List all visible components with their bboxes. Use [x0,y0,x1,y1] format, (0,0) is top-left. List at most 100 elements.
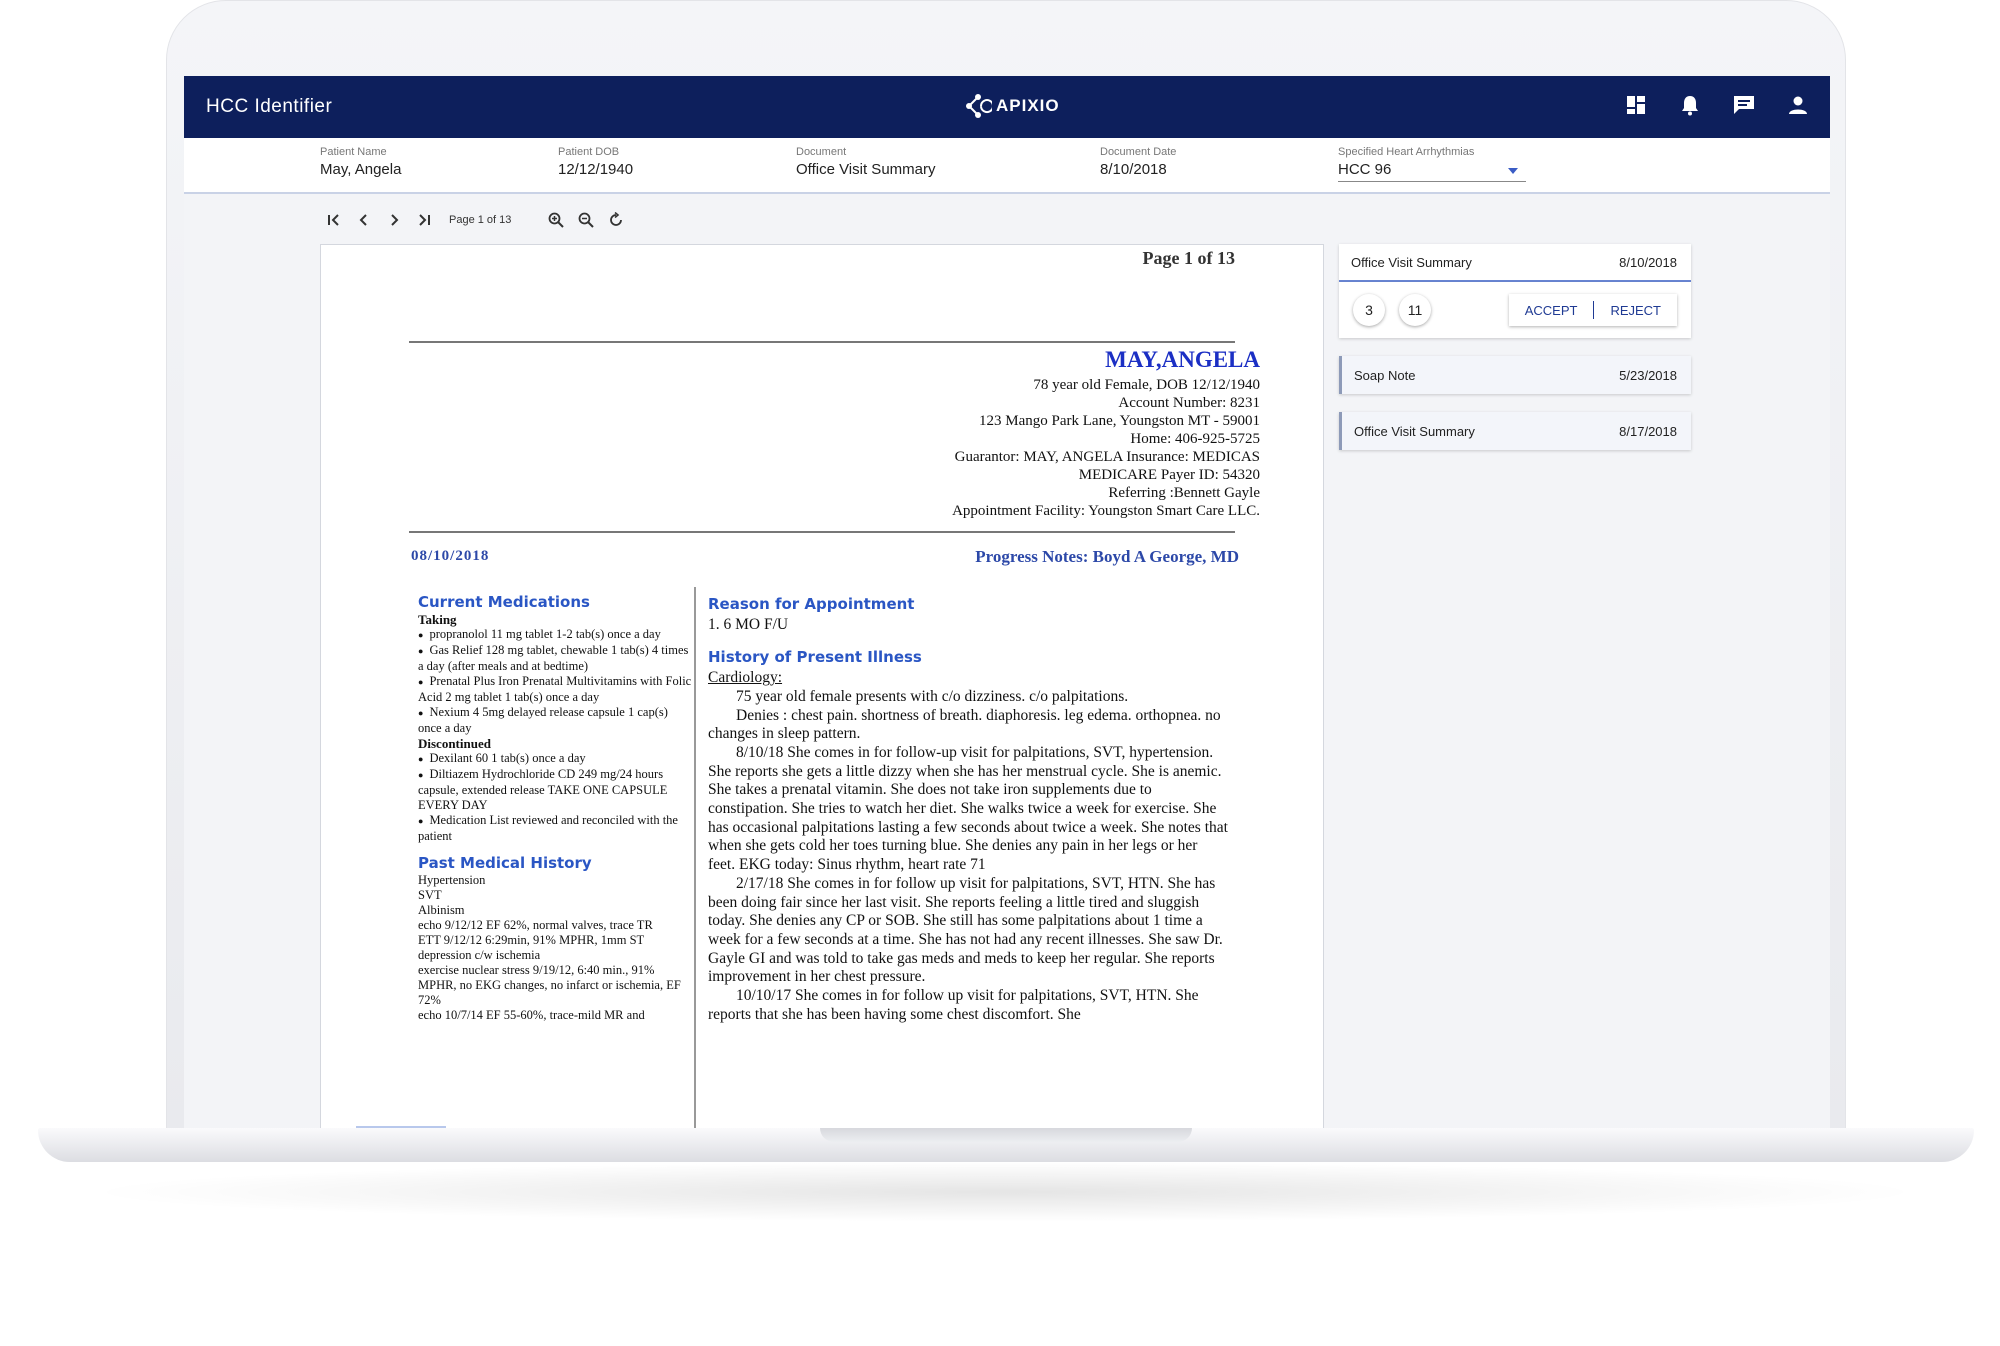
document-card-actions: 3 11 ACCEPT REJECT [1339,282,1691,338]
logo-text: APIXIO [996,96,1060,115]
reject-button[interactable]: REJECT [1594,303,1677,318]
last-page-icon [419,214,430,226]
notifications-icon[interactable] [1678,93,1702,117]
document-patient-name: MAY,ANGELA [1105,347,1260,372]
document-card-date: 8/10/2018 [1619,254,1677,270]
chat-icon[interactable] [1732,93,1756,117]
patient-detail-line: Appointment Facility: Youngston Smart Ca… [952,503,1260,519]
discontinued-item: Dexilant 60 1 tab(s) once a day [418,751,694,767]
evidence-count-chip[interactable]: 3 [1353,294,1385,326]
patient-info-bar: Patient Name May, Angela Patient DOB 12/… [184,138,1830,194]
document-card-title: Soap Note [1354,367,1416,383]
history-item: echo 9/12/12 EF 62%, normal valves, trac… [418,918,653,932]
medication-item: Nexium 4 5mg delayed release capsule 1 c… [418,705,694,736]
document-page-number: Page 1 of 13 [1142,248,1235,268]
document-page: Page 1 of 13 MAY,ANGELA 78 year old Fema… [320,244,1324,1128]
history-item: ETT 9/12/12 6:29min, 91% MPHR, 1mm ST de… [418,933,644,962]
patient-name-value: May, Angela [320,161,402,178]
zoom-in-button[interactable] [541,208,571,232]
header-rule-top [409,341,1235,343]
document-toolbar: Page 1 of 13 [319,208,631,232]
previous-page-button[interactable] [349,208,379,232]
history-item: Albinism [418,903,465,917]
discontinued-item: Diltiazem Hydrochloride CD 249 mg/24 hou… [418,767,694,813]
patient-details: 78 year old Female, DOB 12/12/1940 Accou… [952,376,1260,520]
hpi-paragraph: Denies : chest pain. shortness of breath… [708,706,1221,743]
app-title: HCC Identifier [206,96,333,117]
past-medical-history-heading: Past Medical History [418,854,592,872]
dashboard-icon[interactable] [1624,93,1648,117]
medications-column: Current Medications Taking propranolol 1… [418,595,694,1023]
patient-dob-label: Patient DOB [558,146,620,158]
patient-detail-line: MEDICARE Payer ID: 54320 [1078,467,1260,483]
chevron-right-icon [391,214,399,226]
apixio-logo: APIXIO [964,91,1060,121]
header-rule-bottom [409,531,1235,533]
accept-button[interactable]: ACCEPT [1509,303,1594,318]
logo-mark-icon [966,94,992,118]
hcc-selected-value: HCC 96 [1338,161,1392,178]
last-page-button[interactable] [409,208,439,232]
document-date-field: Document Date 8/10/2018 [1100,146,1176,178]
patient-detail-line: 123 Mango Park Lane, Youngston MT - 5900… [979,413,1260,429]
document-card[interactable]: Office Visit Summary 8/17/2018 [1339,412,1691,450]
reason-heading: Reason for Appointment [708,595,915,613]
top-bar: HCC Identifier APIXIO [184,76,1830,138]
account-icon[interactable] [1786,93,1810,117]
patient-name-label: Patient Name [320,146,387,158]
history-item: echo 10/7/14 EF 55-60%, trace-mild MR an… [418,1008,645,1022]
document-card-title: Office Visit Summary [1351,254,1472,270]
discontinued-item: Medication List reviewed and reconciled … [418,813,694,844]
next-page-button[interactable] [379,208,409,232]
medication-item: propranolol 11 mg tablet 1-2 tab(s) once… [418,627,694,643]
medication-item: Prenatal Plus Iron Prenatal Multivitamin… [418,674,694,705]
document-label: Document [796,146,847,158]
footer-tab-indicator [356,1126,446,1128]
medications-heading: Current Medications [418,593,590,611]
rotate-button[interactable] [601,208,631,232]
zoom-in-icon [548,212,565,228]
history-item: Hypertension [418,873,486,887]
hcc-select-field: Specified Heart Arrhythmias HCC 96 [1338,146,1526,182]
hcc-label: Specified Heart Arrhythmias [1338,146,1475,158]
patient-dob-value: 12/12/1940 [558,161,634,178]
column-divider [694,587,696,1128]
document-field: Document Office Visit Summary [796,146,935,178]
document-card-title: Office Visit Summary [1354,423,1475,439]
zoom-out-button[interactable] [571,208,601,232]
hpi-heading: History of Present Illness [708,648,922,667]
patient-name-field: Patient Name May, Angela [320,146,401,178]
hpi-paragraph: 75 year old female presents with c/o diz… [736,687,1129,705]
laptop-notch [820,1128,1192,1142]
hpi-paragraph: 2/17/18 She comes in for follow up visit… [708,874,1223,986]
document-card[interactable]: Soap Note 5/23/2018 [1339,356,1691,394]
document-date-value: 8/10/2018 [1100,161,1167,178]
notes-column: Reason for Appointment 1. 6 MO F/U Histo… [708,595,1228,1024]
decision-buttons: ACCEPT REJECT [1508,294,1677,326]
document-date-label: Document Date [1100,146,1177,158]
patient-detail-line: 78 year old Female, DOB 12/12/1940 [1033,377,1260,393]
patient-detail-line: Referring :Bennett Gayle [1108,485,1260,501]
laptop-shadow [80,1162,1930,1222]
zoom-out-icon [578,212,595,228]
document-value: Office Visit Summary [796,161,936,178]
taking-label: Taking [418,612,457,627]
hcc-select[interactable]: HCC 96 [1338,161,1526,182]
progress-notes-heading: Progress Notes: Boyd A George, MD [975,547,1239,566]
reason-text: 1. 6 MO F/U [708,615,789,633]
header-actions [1624,93,1810,117]
hpi-paragraph: 8/10/18 She comes in for follow-up visit… [708,743,1228,874]
document-card-active[interactable]: Office Visit Summary 8/10/2018 [1339,244,1691,282]
visit-date: 08/10/2018 [411,548,490,564]
history-item: SVT [418,888,442,902]
patient-detail-line: Home: 406-925-5725 [1130,431,1260,447]
first-page-button[interactable] [319,208,349,232]
app-screen: HCC Identifier APIXIO Patient Name May, … [184,76,1830,1128]
page-indicator: Page 1 of 13 [449,214,512,226]
documents-panel: Office Visit Summary 8/10/2018 3 11 ACCE… [1339,244,1691,468]
patient-detail-line: Account Number: 8231 [1118,395,1260,411]
document-card-date: 8/17/2018 [1619,423,1677,439]
first-page-icon [328,214,339,226]
page-count-chip[interactable]: 11 [1399,294,1431,326]
chevron-left-icon [359,214,367,226]
